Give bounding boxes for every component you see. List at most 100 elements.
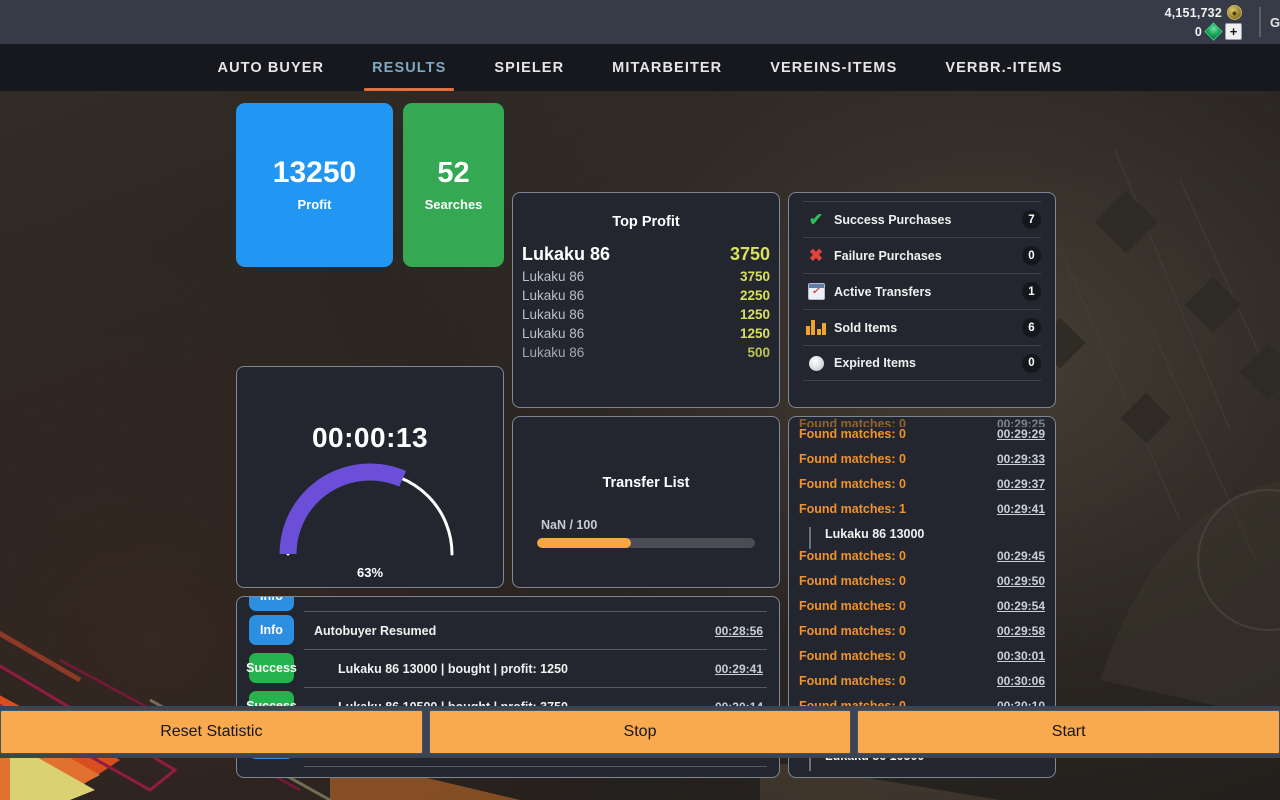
currency-display: 4,151,732 ● 0 + — [1165, 4, 1250, 40]
stat-row-sold-items: Sold Items 6 — [803, 309, 1041, 345]
tab-verbr-items[interactable]: VERBR.-ITEMS — [921, 44, 1086, 91]
top-profit-row: Lukaku 86 1250 — [522, 305, 770, 324]
search-log-entry: Found matches: 0 00:29:25 — [799, 417, 1045, 427]
top-profit-value: 3750 — [730, 241, 770, 267]
search-log-timestamp: 00:29:50 — [997, 574, 1045, 588]
stat-row-expired-items: Expired Items 0 — [803, 345, 1041, 381]
transfer-list-title: Transfer List — [513, 475, 779, 491]
top-profit-row: Lukaku 86 2250 — [522, 286, 770, 305]
log-clipped-row: Info — [249, 597, 767, 611]
search-log-timestamp: 00:29:29 — [997, 427, 1045, 441]
transfer-list-progress-track — [537, 538, 755, 548]
search-log-message: Found matches: 0 — [799, 649, 906, 663]
search-log-message: Found matches: 0 — [799, 427, 906, 441]
search-log-entry: Found matches: 0 00:29:33 — [799, 452, 1045, 477]
transfer-list-progress-fill — [537, 538, 631, 548]
check-icon: ✔ — [803, 210, 829, 230]
top-profit-name: Lukaku 86 — [522, 286, 584, 305]
search-log-entry: Found matches: 0 00:29:37 — [799, 477, 1045, 502]
log-timestamp: 00:29:41 — [715, 662, 763, 676]
top-profit-row: Lukaku 86 500 — [522, 343, 770, 362]
coin-balance: 4,151,732 — [1165, 6, 1222, 20]
top-profit-name: Lukaku 86 — [522, 305, 584, 324]
search-log-message: Found matches: 0 — [799, 417, 906, 427]
stat-label: Sold Items — [829, 321, 1022, 335]
stat-row-failure-purchases: ✖ Failure Purchases 0 — [803, 237, 1041, 273]
tab-spieler[interactable]: SPIELER — [470, 44, 588, 91]
stat-value: 6 — [1022, 318, 1041, 337]
points-balance: 0 — [1195, 25, 1202, 39]
log-message: Lukaku 86 13000 | bought | profit: 1250 — [314, 662, 568, 676]
kpi-searches-value: 52 — [437, 159, 469, 188]
log-entry-body: Lukaku 86 13000 | bought | profit: 1250 … — [304, 649, 767, 687]
top-profit-value: 1250 — [740, 324, 770, 343]
top-profit-row: Lukaku 86 3750 — [522, 267, 770, 286]
top-status-bar: 4,151,732 ● 0 + G — [0, 0, 1280, 44]
search-log-timestamp: 00:29:58 — [997, 624, 1045, 638]
start-button[interactable]: Start — [857, 710, 1280, 754]
search-log-timestamp: 00:29:41 — [997, 502, 1045, 516]
tab-vereins-items[interactable]: VEREINS-ITEMS — [746, 44, 921, 91]
top-profit-row: Lukaku 86 3750 — [522, 241, 770, 267]
log-bottom-divider — [304, 766, 767, 767]
search-log-message: Found matches: 0 — [799, 452, 906, 466]
search-log-entry: Found matches: 1 00:29:41 — [799, 502, 1045, 527]
search-log-message: Found matches: 1 — [799, 502, 906, 516]
top-profit-value: 1250 — [740, 305, 770, 324]
search-log-entry: Found matches: 0 00:29:50 — [799, 574, 1045, 599]
top-profit-name: Lukaku 86 — [522, 267, 584, 286]
statistics-panel: ✔ Success Purchases 7 ✖ Failure Purchase… — [788, 192, 1056, 408]
kpi-tiles: 13250 Profit 52 Searches — [236, 103, 504, 267]
search-log-message: Found matches: 0 — [799, 574, 906, 588]
coin-icon: ● — [1227, 5, 1242, 20]
search-log-entry: Found matches: 0 00:29:29 — [799, 427, 1045, 452]
stat-label: Failure Purchases — [829, 249, 1022, 263]
fifa-points-icon — [1204, 22, 1222, 40]
search-log-entry: Found matches: 0 00:29:54 — [799, 599, 1045, 624]
search-log-timestamp: 00:29:37 — [997, 477, 1045, 491]
stat-label: Expired Items — [829, 356, 1022, 370]
tab-mitarbeiter[interactable]: MITARBEITER — [588, 44, 746, 91]
plus-icon[interactable]: + — [1225, 23, 1242, 40]
reset-statistic-button[interactable]: Reset Statistic — [0, 710, 423, 754]
search-log-timestamp: 00:29:33 — [997, 452, 1045, 466]
search-log-message: Found matches: 0 — [799, 477, 906, 491]
points-balance-row: 0 + — [1195, 23, 1242, 40]
stat-value: 0 — [1022, 354, 1041, 373]
top-profit-panel: Top Profit Lukaku 86 3750 Lukaku 86 3750… — [512, 192, 780, 408]
stat-row-active-transfers: Active Transfers 1 — [803, 273, 1041, 309]
kpi-searches: 52 Searches — [403, 103, 504, 267]
stat-label: Active Transfers — [829, 285, 1022, 299]
stat-value: 0 — [1022, 246, 1041, 265]
search-log-message: Found matches: 0 — [799, 624, 906, 638]
search-log-timestamp: 00:29:25 — [997, 417, 1045, 427]
log-message: Autobuyer Resumed — [314, 624, 436, 638]
search-log-timestamp: 00:29:45 — [997, 549, 1045, 563]
timer-value: 00:00:13 — [237, 422, 503, 454]
bar-chart-icon — [803, 320, 829, 335]
kpi-searches-label: Searches — [425, 197, 483, 212]
search-log-message: Found matches: 0 — [799, 599, 906, 613]
search-log-entry: Found matches: 0 00:29:45 — [799, 549, 1045, 574]
action-button-bar: Reset Statistic Stop Start — [0, 710, 1280, 754]
search-log-match: Lukaku 86 13000 — [809, 527, 1045, 549]
top-profit-title: Top Profit — [513, 214, 779, 230]
search-log-message: Found matches: 0 — [799, 549, 906, 563]
stat-row-success-purchases: ✔ Success Purchases 7 — [803, 201, 1041, 237]
log-badge: Info — [249, 615, 294, 645]
log-entry-body: Autobuyer Resumed 00:28:56 — [304, 611, 767, 649]
search-log-entry: Found matches: 0 00:30:01 — [799, 649, 1045, 674]
clock-icon — [803, 356, 829, 371]
tab-auto-buyer[interactable]: AUTO BUYER — [194, 44, 349, 91]
stat-value: 7 — [1022, 210, 1041, 229]
search-log-timestamp: 00:29:54 — [997, 599, 1045, 613]
tab-results[interactable]: RESULTS — [348, 44, 470, 91]
search-log-message: Found matches: 0 — [799, 674, 906, 688]
clipboard-icon — [803, 283, 829, 300]
log-entry: Success Lukaku 86 13000 | bought | profi… — [249, 649, 767, 687]
kpi-profit-label: Profit — [298, 197, 332, 212]
stat-label: Success Purchases — [829, 213, 1022, 227]
log-entry: Info Autobuyer Resumed 00:28:56 — [249, 611, 767, 649]
results-stage: 13250 Profit 52 Searches 00:00:13 63% To… — [0, 91, 1280, 710]
stop-button[interactable]: Stop — [429, 710, 852, 754]
